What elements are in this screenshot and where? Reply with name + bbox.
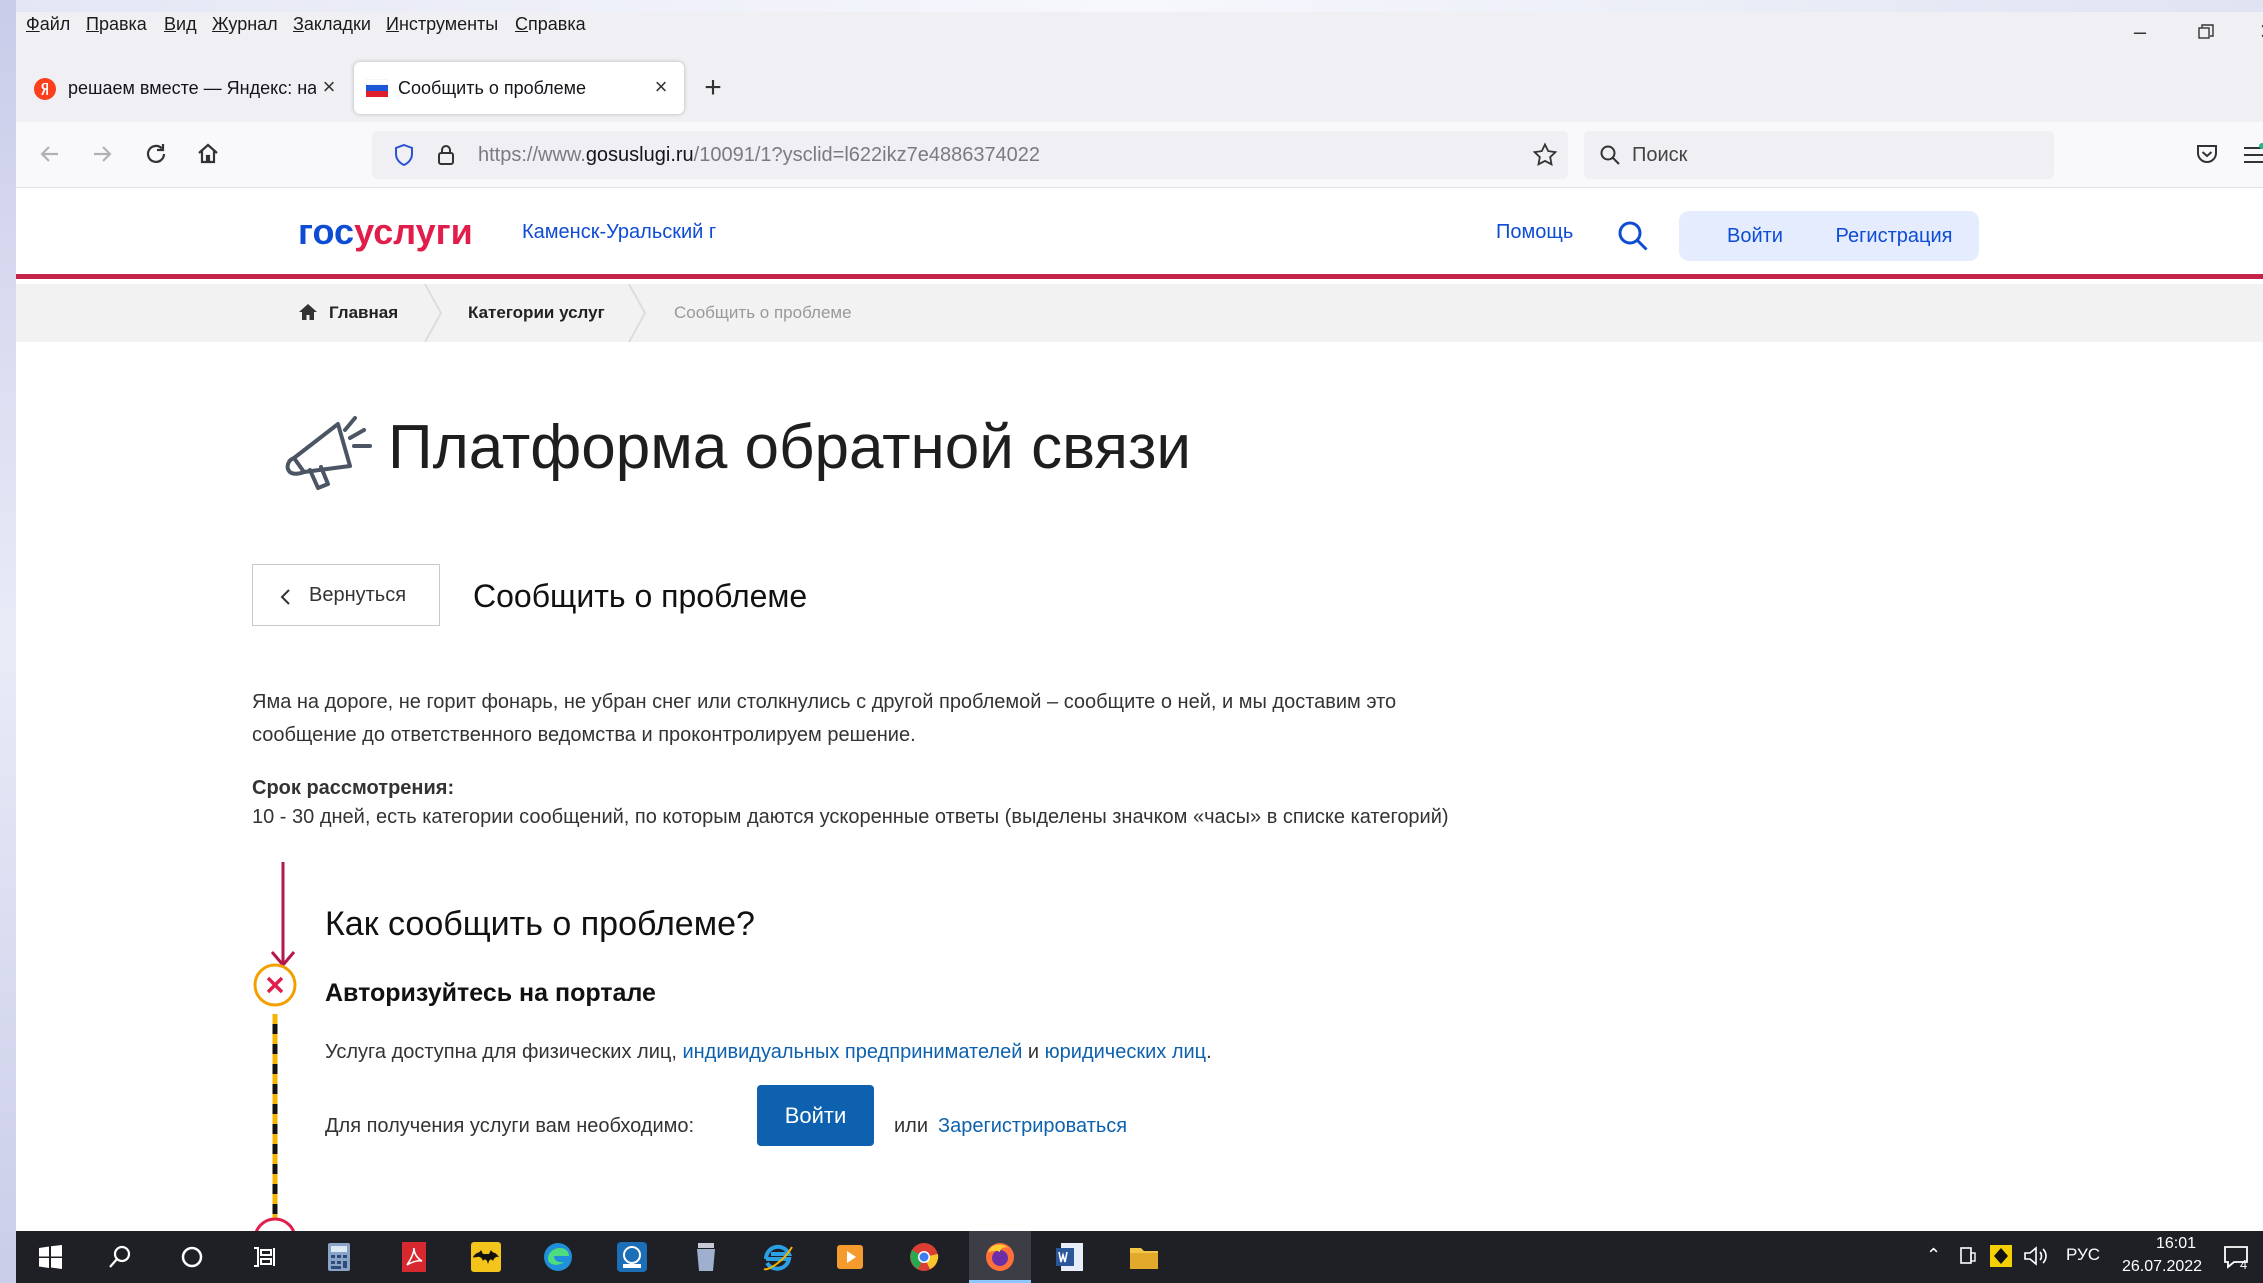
- notification-count: 4: [2240, 1257, 2248, 1272]
- calculator-icon[interactable]: [321, 1239, 357, 1275]
- megaphone-icon: [285, 416, 372, 490]
- requirement-text: Для получения услуги вам необходимо:: [325, 1115, 695, 1137]
- close-tab-icon[interactable]: ×: [316, 74, 342, 100]
- language-indicator[interactable]: РУС: [2066, 1245, 2100, 1265]
- legal-entities-link[interactable]: юридических лиц: [1045, 1041, 1206, 1063]
- url-bar[interactable]: https://www.gosuslugi.ru/10091/1?ysclid=…: [372, 131, 1568, 179]
- file-explorer-icon[interactable]: [1126, 1239, 1162, 1275]
- tab-title: решаем вместе — Яндекс: нашлось: [68, 78, 316, 98]
- home-icon[interactable]: [298, 302, 318, 322]
- chevron-left-icon: [280, 589, 290, 605]
- step-auth-title: Авторизуйтесь на портале: [325, 979, 656, 1007]
- search-placeholder: Поиск: [1632, 144, 1688, 166]
- how-to-title: Как сообщить о проблеме?: [325, 905, 755, 943]
- browser-window: Файл Правка Вид Журнал Закладки Инструме…: [16, 12, 2263, 1231]
- forward-arrow-icon[interactable]: [84, 136, 120, 172]
- url-text[interactable]: https://www.gosuslugi.ru/10091/1?ysclid=…: [478, 144, 1040, 167]
- russian-flag-icon: [366, 79, 388, 97]
- site-header: госуслуги Каменск-Уральский г Помощь Вой…: [16, 189, 2263, 279]
- page-title: Платформа обратной связи: [388, 413, 1192, 482]
- tab-yandex[interactable]: решаем вместе — Яндекс: нашлось ×: [24, 62, 346, 114]
- term-label: Срок рассмотрения:: [252, 777, 455, 799]
- minimize-icon[interactable]: –: [2120, 18, 2160, 46]
- breadcrumb-home[interactable]: Главная: [329, 303, 398, 323]
- new-tab-icon[interactable]: +: [697, 72, 729, 104]
- term-text: 10 - 30 дней, есть категории сообщений, …: [252, 806, 1449, 828]
- tab-gosuslugi[interactable]: Сообщить о проблеме ×: [354, 62, 684, 114]
- clock-time[interactable]: 16:01: [2136, 1235, 2216, 1253]
- gosuslugi-app-icon[interactable]: [614, 1239, 650, 1275]
- individual-entrepreneurs-link[interactable]: индивидуальных предпринимателей: [682, 1041, 1022, 1063]
- back-button[interactable]: Вернуться: [252, 564, 440, 626]
- bat-app-icon[interactable]: [468, 1239, 504, 1275]
- volume-icon[interactable]: [2023, 1245, 2049, 1267]
- help-link[interactable]: Помощь: [1496, 221, 1573, 244]
- next-step-icon: [255, 1217, 295, 1231]
- step-auth-text: Услуга доступна для физических лиц, инди…: [325, 1041, 1212, 1063]
- tab-title: Сообщить о проблеме: [398, 78, 586, 98]
- windows-start-icon[interactable]: [32, 1239, 68, 1275]
- lock-icon[interactable]: [434, 143, 458, 167]
- breadcrumb-separator: [628, 284, 647, 342]
- pocket-icon[interactable]: [2194, 141, 2220, 167]
- restore-icon[interactable]: [2186, 18, 2226, 46]
- firefox-icon[interactable]: [982, 1239, 1018, 1275]
- pdf-reader-icon[interactable]: [396, 1239, 432, 1275]
- register-link[interactable]: Зарегистрироваться: [938, 1110, 1238, 1143]
- close-window-icon[interactable]: ✕: [2248, 18, 2263, 46]
- menu-edit[interactable]: Правка: [86, 14, 147, 35]
- network-tray-icon[interactable]: [1989, 1244, 2013, 1268]
- internet-explorer-icon[interactable]: [760, 1239, 796, 1275]
- breadcrumb-separator: [424, 284, 443, 342]
- breadcrumb-categories[interactable]: Категории услуг: [468, 303, 605, 323]
- device-icon[interactable]: [1956, 1245, 1978, 1267]
- chrome-icon[interactable]: [906, 1239, 942, 1275]
- search-bar[interactable]: Поиск: [1584, 131, 2054, 179]
- taskbar: ⌃ РУС 16:01 26.07.2022 4: [16, 1231, 2263, 1283]
- step-error-icon: [253, 963, 297, 1007]
- desktop-background-top: [0, 0, 2263, 12]
- login-primary-button[interactable]: Войти: [757, 1085, 874, 1146]
- menu-view[interactable]: Вид: [164, 14, 197, 35]
- intro-text: Яма на дороге, не горит фонарь, не убран…: [252, 691, 1397, 746]
- tray-chevron-icon[interactable]: ⌃: [1926, 1245, 1941, 1266]
- navigation-bar: https://www.gosuslugi.ru/10091/1?ysclid=…: [16, 122, 2263, 188]
- shield-icon[interactable]: [392, 143, 416, 167]
- clock-date[interactable]: 26.07.2022: [2122, 1258, 2202, 1276]
- menu-help[interactable]: Справка: [515, 14, 586, 35]
- region-selector[interactable]: Каменск-Уральский г: [522, 221, 716, 244]
- cortana-icon[interactable]: [174, 1239, 210, 1275]
- task-view-icon[interactable]: [246, 1239, 282, 1275]
- tab-strip: решаем вместе — Яндекс: нашлось × Сообщи…: [16, 52, 2263, 122]
- gosuslugi-logo[interactable]: госуслуги: [298, 211, 473, 253]
- reload-icon[interactable]: [138, 136, 174, 172]
- search-icon[interactable]: [1616, 219, 1650, 253]
- menu-hamburger-icon[interactable]: [2242, 143, 2263, 167]
- word-icon[interactable]: [1052, 1239, 1088, 1275]
- menu-tools[interactable]: Инструменты: [386, 14, 498, 35]
- back-arrow-icon[interactable]: [32, 136, 68, 172]
- timeline-arrow: [270, 862, 296, 968]
- media-player-icon[interactable]: [832, 1239, 868, 1275]
- home-icon[interactable]: [190, 136, 226, 172]
- edge-browser-icon[interactable]: [540, 1239, 576, 1275]
- bookmark-star-icon[interactable]: [1532, 142, 1558, 168]
- breadcrumb: Главная Категории услуг Сообщить о пробл…: [16, 284, 2263, 342]
- jar-app-icon[interactable]: [688, 1239, 724, 1275]
- breadcrumb-current: Сообщить о проблеме: [674, 303, 852, 322]
- menu-file[interactable]: Файл: [26, 14, 70, 35]
- yandex-icon: [34, 78, 56, 100]
- menu-bookmarks[interactable]: Закладки: [293, 14, 371, 35]
- menu-history[interactable]: Журнал: [212, 14, 278, 35]
- page-subtitle: Сообщить о проблеме: [473, 578, 808, 614]
- timeline-dashed-line: [272, 1014, 278, 1224]
- search-icon: [1600, 145, 1620, 165]
- close-tab-icon[interactable]: ×: [648, 74, 674, 100]
- desktop-background-left: [0, 0, 16, 1283]
- search-icon[interactable]: [102, 1239, 138, 1275]
- register-button[interactable]: Регистрация: [1809, 211, 1979, 261]
- menu-bar: Файл Правка Вид Журнал Закладки Инструме…: [16, 12, 2263, 52]
